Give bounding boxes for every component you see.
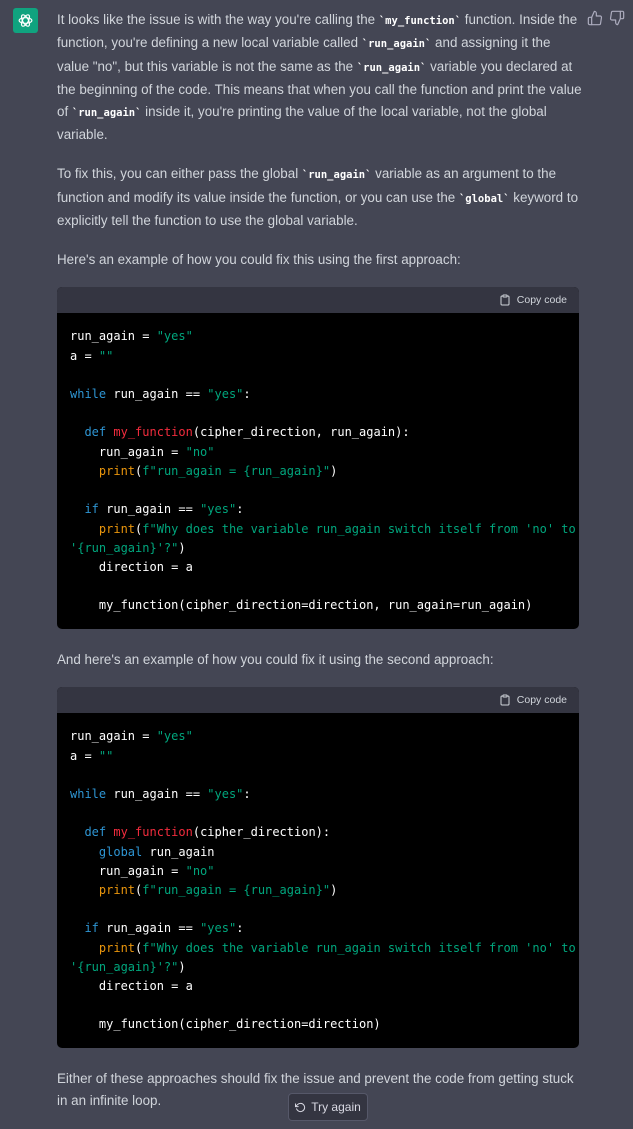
code-token: if (84, 921, 99, 936)
code-token: f"Why does the variable run_again switch… (142, 940, 576, 955)
inline-code: `run_again` (301, 169, 372, 182)
inline-code: `run_again` (361, 38, 432, 51)
thumbs-down-icon[interactable] (609, 10, 625, 26)
code-token: my_function(cipher_direction=direction, … (70, 598, 533, 613)
inline-code: `global` (458, 192, 510, 205)
assistant-avatar (13, 8, 38, 33)
code-token: '{run_again}'?" (70, 540, 179, 555)
message-paragraph-3: Here's an example of how you could fix t… (57, 251, 461, 267)
thumbs-up-icon[interactable] (587, 10, 603, 26)
refresh-icon (295, 1102, 306, 1112)
code-token: def (84, 425, 107, 440)
code-token: ) (178, 959, 186, 974)
code-block-header: Copy code (57, 687, 579, 714)
code-token: run_again == (106, 387, 208, 402)
code-token: print (98, 521, 136, 536)
try-again-label: Try again (311, 1099, 361, 1114)
code-token: "yes" (156, 729, 193, 744)
code-token: ) (330, 882, 338, 897)
code-token: run_again = (70, 444, 186, 459)
copy-code-label: Copy code (516, 694, 567, 707)
code-content[interactable]: run_again = "yes" a = "" while run_again… (57, 713, 579, 1047)
openai-logo-icon (18, 14, 33, 27)
code-token: "" (98, 348, 114, 363)
code-token: run_again = (70, 863, 186, 878)
code-token: global (98, 844, 143, 859)
code-token: def (84, 825, 107, 840)
code-token: a = (70, 748, 99, 763)
code-token: my_function (113, 825, 193, 840)
copy-code-button[interactable]: Copy code (499, 289, 567, 311)
code-token: '{run_again}'?" (70, 959, 179, 974)
code-token: a = (70, 348, 99, 363)
copy-code-button[interactable]: Copy code (499, 689, 567, 711)
code-token: my_function(cipher_direction=direction) (70, 1017, 381, 1032)
code-token: run_again == (106, 786, 208, 801)
code-token: : (243, 786, 251, 801)
inline-code: `run_again` (356, 61, 427, 74)
clipboard-icon (500, 294, 510, 306)
code-token: while (70, 786, 107, 801)
code-token: run_again = (70, 329, 157, 344)
code-token: run_again = (70, 729, 157, 744)
code-token: : (243, 387, 251, 402)
code-block-2: Copy code run_again = "yes" a = "" while… (57, 687, 579, 1048)
code-content[interactable]: run_again = "yes" a = "" while run_again… (57, 313, 579, 628)
code-token: run_again (142, 844, 215, 859)
code-token: print (98, 882, 136, 897)
code-token: if (84, 502, 99, 517)
message-paragraph-4: And here's an example of how you could f… (57, 651, 494, 667)
assistant-message: It looks like the issue is with the way … (57, 9, 582, 1129)
inline-code: `run_again` (71, 107, 142, 120)
code-token: : (236, 921, 244, 936)
code-token: f"run_again = {run_again}" (142, 463, 331, 478)
code-token: "yes" (207, 786, 244, 801)
try-again-button[interactable]: Try again (288, 1093, 368, 1121)
copy-code-label: Copy code (516, 294, 567, 307)
code-token: run_again == (98, 502, 201, 517)
code-token: "no" (185, 444, 215, 459)
message-paragraph-1: It looks like the issue is with the way … (57, 12, 582, 143)
code-token: "yes" (200, 502, 237, 517)
code-token: f"Why does the variable run_again switch… (142, 521, 576, 536)
code-token: "" (98, 748, 114, 763)
code-token: ) (330, 463, 338, 478)
code-token: print (98, 463, 136, 478)
code-token: (cipher_direction, run_again): (192, 425, 410, 440)
code-token: run_again == (98, 921, 201, 936)
code-token: f"run_again = {run_again}" (142, 882, 331, 897)
code-block-header: Copy code (57, 287, 579, 314)
code-token: (cipher_direction): (192, 825, 331, 840)
code-token: "no" (185, 863, 215, 878)
code-token: while (70, 387, 107, 402)
inline-code: `my_function` (378, 15, 462, 27)
code-token: direction = a (70, 559, 193, 574)
code-token: "yes" (207, 387, 244, 402)
code-token: : (236, 502, 244, 517)
code-token: "yes" (156, 329, 193, 344)
code-token: "yes" (200, 921, 237, 936)
code-token: direction = a (70, 978, 193, 993)
code-block-1: Copy code run_again = "yes" a = "" while… (57, 287, 579, 629)
feedback-buttons (587, 10, 625, 26)
code-token: ) (178, 540, 186, 555)
code-token: print (98, 940, 136, 955)
message-paragraph-2: To fix this, you can either pass the glo… (57, 166, 579, 228)
clipboard-icon (500, 694, 510, 706)
code-token: my_function (113, 425, 193, 440)
